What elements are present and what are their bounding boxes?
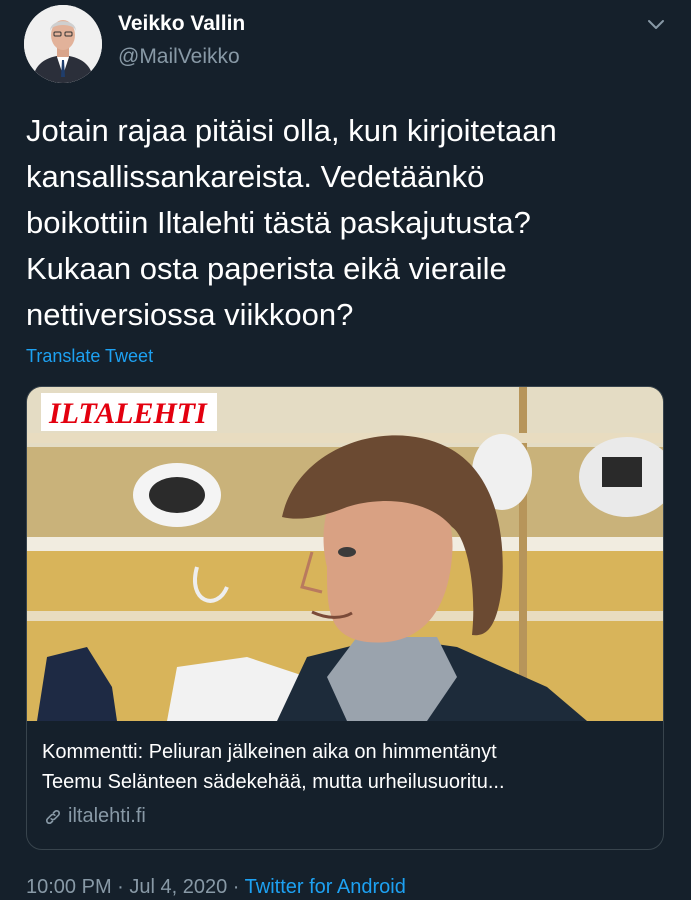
card-title-line: Teemu Selänteen sädekehää, mutta urheilu… [42,771,505,793]
translate-tweet-link[interactable]: Translate Tweet [26,346,153,367]
tweet-text-line: kansallissankareista. Vedetäänkö [26,159,485,194]
tweet-text-line: boikottiin Iltalehti tästä paskajutusta? [26,205,531,240]
tweet-text-line: Kukaan osta paperista eikä vieraile [26,251,507,286]
card-image: ILTALEHTI [27,387,663,721]
link-preview-card[interactable]: ILTALEHTI Kommentti: Peliuran jälkeinen … [26,386,664,850]
card-logo-text: ILTALEHTI [48,397,208,430]
card-title-line: Kommentti: Peliuran jälkeinen aika on hi… [42,741,497,763]
link-icon [45,809,61,824]
meta-separator: · [111,876,130,898]
meta-separator: · [227,876,245,898]
tweet-time[interactable]: 10:00 PM [26,876,112,898]
card-domain-text: iltalehti.fi [68,805,146,827]
tweet-date[interactable]: Jul 4, 2020 [129,876,227,898]
author-name[interactable]: Veikko Vallin [118,12,245,36]
card-title: Kommentti: Peliuran jälkeinen aika on hi… [42,737,652,797]
tweet-text: Jotain rajaa pitäisi olla, kun kirjoitet… [26,108,666,338]
tweet-meta: 10:00 PM · Jul 4, 2020 · Twitter for And… [26,876,406,899]
tweet-text-line: Jotain rajaa pitäisi olla, kun kirjoitet… [26,113,557,148]
avatar-image [24,5,102,83]
tweet-text-line: nettiversiossa viikkoon? [26,297,354,332]
avatar[interactable] [24,5,102,83]
chevron-down-icon[interactable] [644,12,668,36]
card-domain: iltalehti.fi [42,805,146,828]
author-handle[interactable]: @MailVeikko [118,45,240,69]
tweet: Veikko Vallin @MailVeikko Jotain rajaa p… [0,0,691,900]
tweet-source-link[interactable]: Twitter for Android [245,876,406,898]
